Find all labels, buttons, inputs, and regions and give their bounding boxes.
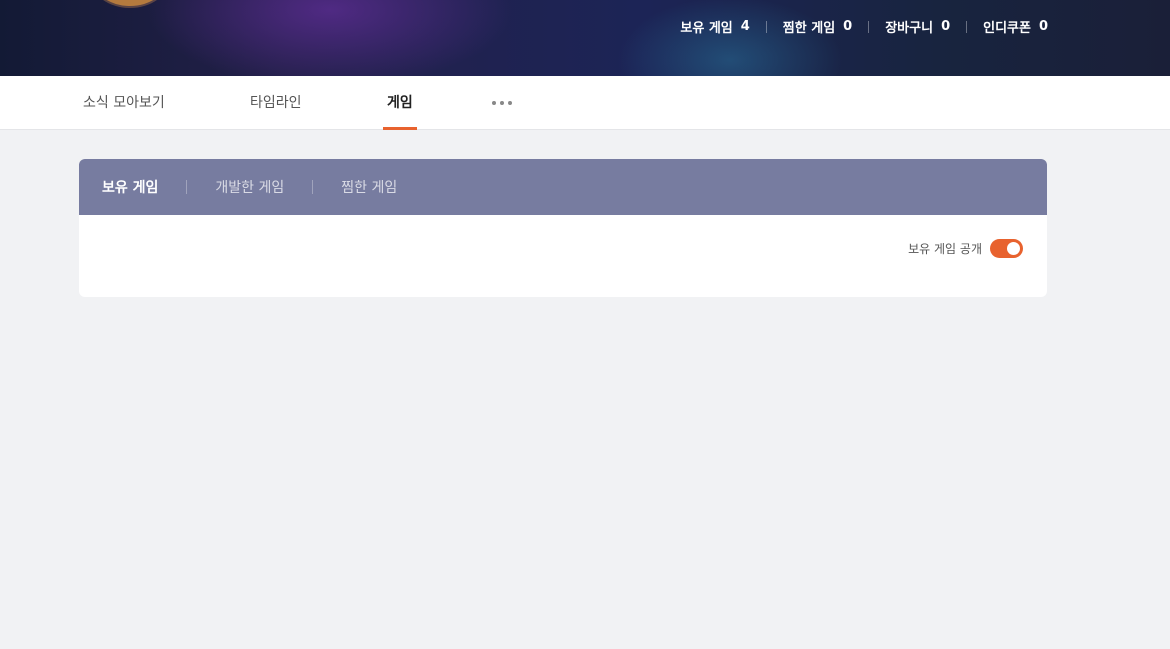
games-panel-tabs: 보유 게임 개발한 게임 찜한 게임 [79, 159, 1047, 215]
profile-nav: 소식 모아보기 타임라인 게임 [0, 76, 1170, 130]
stat-label: 보유 게임 [680, 21, 733, 36]
tab-label: 게임 [387, 95, 413, 111]
divider [966, 20, 968, 33]
tab-timeline[interactable]: 타임라인 [250, 76, 302, 129]
tab-label: 타임라인 [250, 95, 302, 111]
stat-count: 0 [843, 19, 853, 34]
stat-indie-coupon[interactable]: 인디쿠폰 0 [983, 17, 1048, 36]
tab-owned-games[interactable]: 보유 게임 [102, 177, 158, 197]
avatar[interactable] [93, 0, 167, 6]
divider [186, 180, 188, 194]
active-tab-indicator [383, 127, 417, 130]
profile-banner: 보유 게임 4 찜한 게임 0 장바구니 0 인디쿠폰 0 [0, 0, 1170, 76]
tab-developed-games[interactable]: 개발한 게임 [215, 177, 284, 197]
more-menu-button[interactable] [492, 76, 512, 129]
stat-label: 찜한 게임 [782, 21, 836, 36]
more-dots-icon [492, 100, 496, 105]
tab-games[interactable]: 게임 [383, 76, 417, 130]
stat-label: 인디쿠폰 [983, 21, 1031, 36]
divider [312, 180, 314, 194]
more-dots-icon [508, 100, 512, 105]
stat-cart[interactable]: 장바구니 0 [885, 17, 950, 36]
stat-wishlist[interactable]: 찜한 게임 0 [783, 17, 852, 36]
toggle-knob [1007, 242, 1020, 255]
stat-owned-games[interactable]: 보유 게임 4 [680, 17, 749, 36]
public-toggle-row: 보유 게임 공개 [908, 239, 1023, 258]
public-toggle-label: 보유 게임 공개 [908, 242, 982, 256]
public-toggle[interactable] [990, 239, 1023, 258]
stat-count: 0 [941, 19, 951, 34]
divider [765, 20, 767, 33]
games-panel: 보유 게임 개발한 게임 찜한 게임 보유 게임 공개 [79, 159, 1047, 297]
profile-stats: 보유 게임 4 찜한 게임 0 장바구니 0 인디쿠폰 0 [680, 17, 1048, 36]
stat-label: 장바구니 [885, 21, 934, 36]
tab-label: 소식 모아보기 [83, 95, 165, 111]
tab-news-feed[interactable]: 소식 모아보기 [83, 76, 165, 129]
tab-wishlisted-games[interactable]: 찜한 게임 [341, 177, 397, 197]
stat-count: 4 [740, 19, 750, 34]
stat-count: 0 [1038, 19, 1048, 34]
more-dots-icon [500, 100, 504, 105]
divider [868, 20, 870, 33]
